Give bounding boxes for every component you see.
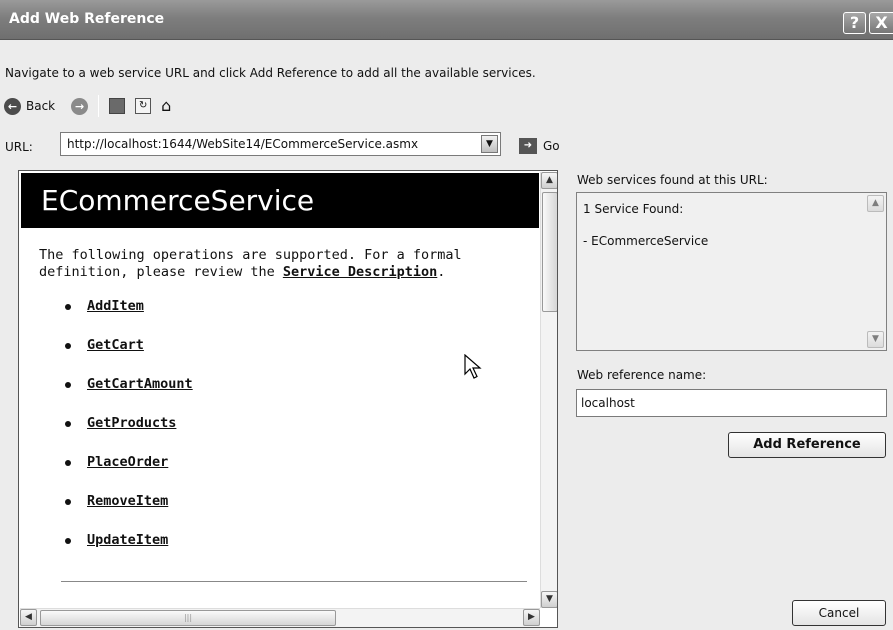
operation-link[interactable]: GetCart [87, 337, 144, 353]
bullet-icon [65, 460, 71, 466]
browser-pane[interactable]: ECommerceService The following operation… [18, 170, 558, 628]
scroll-down-icon[interactable]: ▼ [867, 331, 884, 348]
scroll-down-icon[interactable]: ▼ [541, 591, 557, 608]
bullet-icon [65, 304, 71, 310]
scroll-right-icon[interactable]: ▶ [523, 609, 540, 626]
operation-link[interactable]: UpdateItem [87, 532, 168, 548]
url-label: URL: [5, 140, 33, 154]
operation-link[interactable]: PlaceOrder [87, 454, 168, 470]
back-label: Back [26, 99, 56, 113]
scroll-thumb[interactable]: ||| [40, 610, 336, 626]
services-found-list[interactable]: 1 Service Found: - ECommerceService ▲ ▼ [576, 192, 887, 351]
toolbar-separator [98, 95, 100, 117]
list-item: UpdateItem [65, 532, 193, 571]
scroll-left-icon[interactable]: ◀ [20, 609, 37, 626]
close-button[interactable]: X [869, 12, 893, 34]
list-item: GetCartAmount [65, 376, 193, 415]
go-button[interactable]: ➜ Go [519, 138, 560, 154]
back-button[interactable]: ← Back [4, 97, 56, 115]
operation-link[interactable]: AddItem [87, 298, 144, 314]
services-found-label: Web services found at this URL: [577, 173, 768, 187]
operation-link[interactable]: GetProducts [87, 415, 176, 431]
back-icon: ← [4, 97, 21, 115]
operation-link[interactable]: GetCartAmount [87, 376, 193, 392]
home-icon[interactable]: ⌂ [161, 98, 177, 114]
browser-toolbar: ← Back → ↻ ⌂ [4, 94, 187, 118]
service-heading: ECommerceService [21, 173, 539, 228]
intro-end: . [437, 264, 446, 280]
intro-paragraph: The following operations are supported. … [39, 247, 529, 281]
scroll-up-icon[interactable]: ▲ [541, 172, 557, 189]
divider [61, 581, 527, 582]
mouse-cursor-icon [464, 354, 482, 379]
url-value: http://localhost:1644/WebSite14/ECommerc… [67, 137, 419, 151]
title-bar: Add Web Reference ? X [0, 0, 893, 40]
vertical-scrollbar[interactable]: ▲ ▼ [540, 172, 557, 608]
list-item: AddItem [65, 298, 193, 337]
operations-list: AddItem GetCart GetCartAmount GetProduct… [65, 298, 193, 571]
list-item: - ECommerceService [583, 234, 709, 248]
stop-icon[interactable] [109, 98, 126, 114]
help-button[interactable]: ? [843, 12, 866, 34]
instructions-text: Navigate to a web service URL and click … [5, 66, 536, 80]
service-count: 1 Service Found: [583, 202, 684, 216]
url-combobox[interactable]: http://localhost:1644/WebSite14/ECommerc… [60, 132, 501, 156]
forward-icon[interactable]: → [71, 97, 89, 115]
scroll-up-icon[interactable]: ▲ [867, 195, 884, 212]
bullet-icon [65, 382, 71, 388]
go-label: Go [543, 139, 560, 153]
bullet-icon [65, 538, 71, 544]
window-title: Add Web Reference [9, 11, 165, 27]
horizontal-scrollbar[interactable]: ◀ ||| ▶ [20, 608, 540, 627]
list-item: RemoveItem [65, 493, 193, 532]
chevron-down-icon[interactable]: ▼ [481, 135, 498, 153]
bullet-icon [65, 499, 71, 505]
add-reference-button[interactable]: Add Reference [728, 432, 886, 458]
ref-name-field[interactable]: localhost [576, 389, 887, 417]
cancel-button[interactable]: Cancel [792, 600, 886, 626]
operation-link[interactable]: RemoveItem [87, 493, 168, 509]
scroll-thumb[interactable] [542, 192, 557, 312]
service-description-link[interactable]: Service Description [283, 264, 437, 280]
bullet-icon [65, 421, 71, 427]
go-arrow-icon: ➜ [519, 138, 537, 154]
bullet-icon [65, 343, 71, 349]
list-item: GetProducts [65, 415, 193, 454]
refresh-icon[interactable]: ↻ [135, 98, 152, 114]
ref-name-label: Web reference name: [577, 368, 707, 382]
list-item: PlaceOrder [65, 454, 193, 493]
list-item: GetCart [65, 337, 193, 376]
vertical-scrollbar[interactable]: ▲ ▼ [867, 194, 885, 349]
